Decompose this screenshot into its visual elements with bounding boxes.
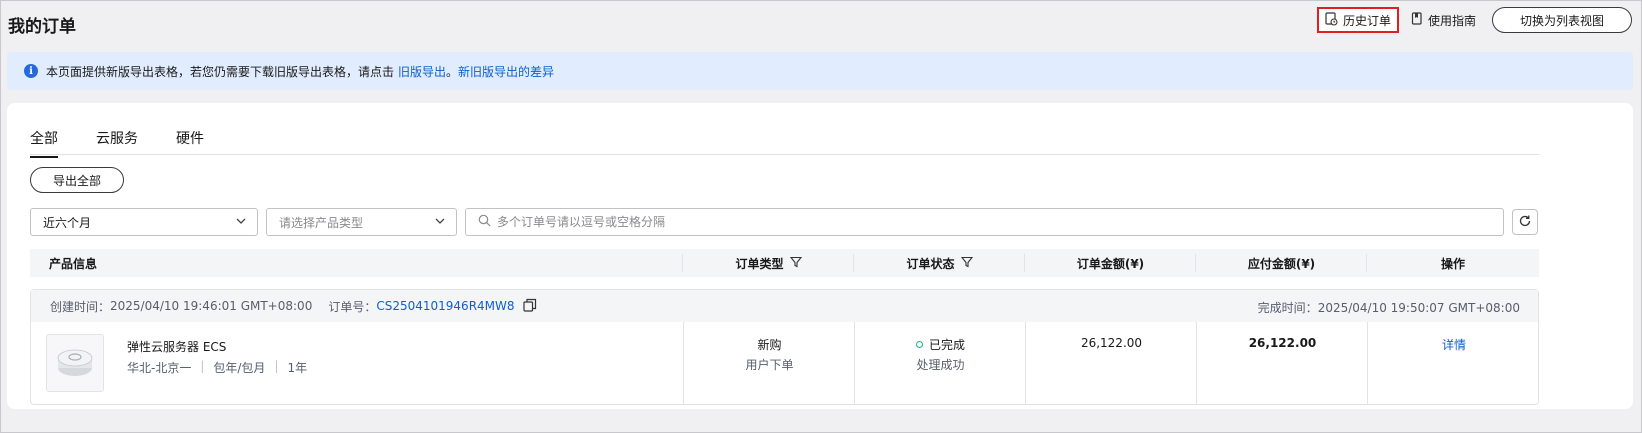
history-orders-label: 历史订单 [1342,13,1391,28]
product-billing-mode: 包年/包月 [213,361,266,375]
order-type-value: 新购 [757,338,782,352]
product-type-placeholder: 请选择产品类型 [279,215,364,230]
order-status-sub: 处理成功 [916,358,965,372]
ecs-server-icon [57,349,93,376]
order-details-link[interactable]: 详情 [1442,338,1466,352]
product-duration: 1年 [287,361,308,375]
meta-divider: | [274,359,279,373]
notice-period: 。 [446,64,459,79]
order-status-value: 已完成 [928,338,965,352]
top-actions: 历史订单 使用指南 切换为列表视图 [1316,7,1632,33]
created-time-value: 2025/04/10 19:46:01 GMT+08:00 [110,299,313,313]
refresh-button[interactable] [1512,209,1538,235]
search-icon [478,214,491,230]
book-icon [1411,12,1423,28]
filter-icon[interactable] [789,256,802,271]
tabs-divider [30,154,1539,155]
col-order-status: 订单状态 [854,249,1025,277]
order-type-cell: 新购 用户下单 [684,336,855,373]
switch-list-view-button[interactable]: 切换为列表视图 [1492,7,1632,33]
old-export-link[interactable]: 旧版导出 [398,63,446,80]
table-header: 产品信息 订单类型 订单状态 订单金额(¥) 应付金额(¥) 操作 [30,249,1539,277]
cell-divider [1367,322,1368,404]
product-region: 华北-北京一 [127,361,192,375]
order-row-header: 创建时间： 2025/04/10 19:46:01 GMT+08:00 订单号：… [31,290,1538,322]
chevron-down-icon [434,215,446,230]
history-orders-button[interactable]: 历史订单 [1316,7,1399,33]
history-document-icon [1325,11,1338,29]
product-name: 弹性云服务器 ECS [127,340,227,354]
refresh-icon [1518,214,1532,231]
product-thumbnail [46,334,104,392]
chevron-down-icon [235,215,247,230]
completed-time-value: 2025/04/10 19:50:07 GMT+08:00 [1317,301,1520,315]
product-meta: 华北-北京一 | 包年/包月 | 1年 [127,359,307,376]
export-diff-link[interactable]: 新旧版导出的差异 [458,63,554,80]
notice-text: 本页面提供新版导出表格，若您仍需要下载旧版导出表格，请点击 [46,64,395,79]
page-title: 我的订单 [8,17,76,37]
meta-divider: | [200,359,205,373]
col-product-info: 产品信息 [49,256,98,271]
col-actions: 操作 [1440,256,1465,271]
user-guide-label: 使用指南 [1427,13,1476,28]
col-order-type-label: 订单类型 [735,256,784,271]
col-payable-amount: 应付金额(¥) [1247,256,1316,271]
order-amount-cell: 26,122.00 [1080,336,1143,350]
order-number-link[interactable]: CS2504101946R4MW8 [376,299,514,313]
order-type-sub: 用户下单 [745,358,794,372]
cell-divider [1025,322,1026,404]
period-select[interactable]: 近六个月 [30,208,258,236]
completed-time: 完成时间：2025/04/10 19:50:07 GMT+08:00 [1258,299,1520,316]
order-number-label: 订单号： [328,299,377,314]
status-dot-icon [915,341,923,348]
filter-icon[interactable] [960,256,973,271]
completed-time-label: 完成时间： [1257,301,1318,315]
orders-card: 全部 云服务 硬件 导出全部 近六个月 请选择产品类型 产品信息 订单类型 [7,103,1633,409]
col-order-amount: 订单金额(¥) [1076,256,1145,271]
cell-divider [1196,322,1197,404]
created-time-label: 创建时间： [50,299,111,314]
payable-amount-cell: 26,122.00 [1248,336,1317,350]
info-notice-banner: i 本页面提供新版导出表格，若您仍需要下载旧版导出表格，请点击 旧版导出 。 新… [7,52,1633,90]
order-search-input[interactable] [497,215,1397,229]
period-select-value: 近六个月 [43,215,92,230]
actions-cell: 详情 [1368,336,1540,353]
product-type-select[interactable]: 请选择产品类型 [266,208,457,236]
user-guide-link[interactable]: 使用指南 [1411,12,1476,29]
col-order-status-label: 订单状态 [906,256,955,271]
export-all-button[interactable]: 导出全部 [30,167,124,193]
info-icon: i [24,64,38,78]
copy-icon[interactable] [522,298,537,315]
order-row: 创建时间： 2025/04/10 19:46:01 GMT+08:00 订单号：… [30,289,1539,405]
col-order-type: 订单类型 [683,249,854,277]
order-search-box [465,208,1504,236]
top-bar: 我的订单 历史订单 使用指南 切换为列表视图 [0,0,1642,46]
order-status-cell: 已完成 处理成功 [855,336,1026,373]
